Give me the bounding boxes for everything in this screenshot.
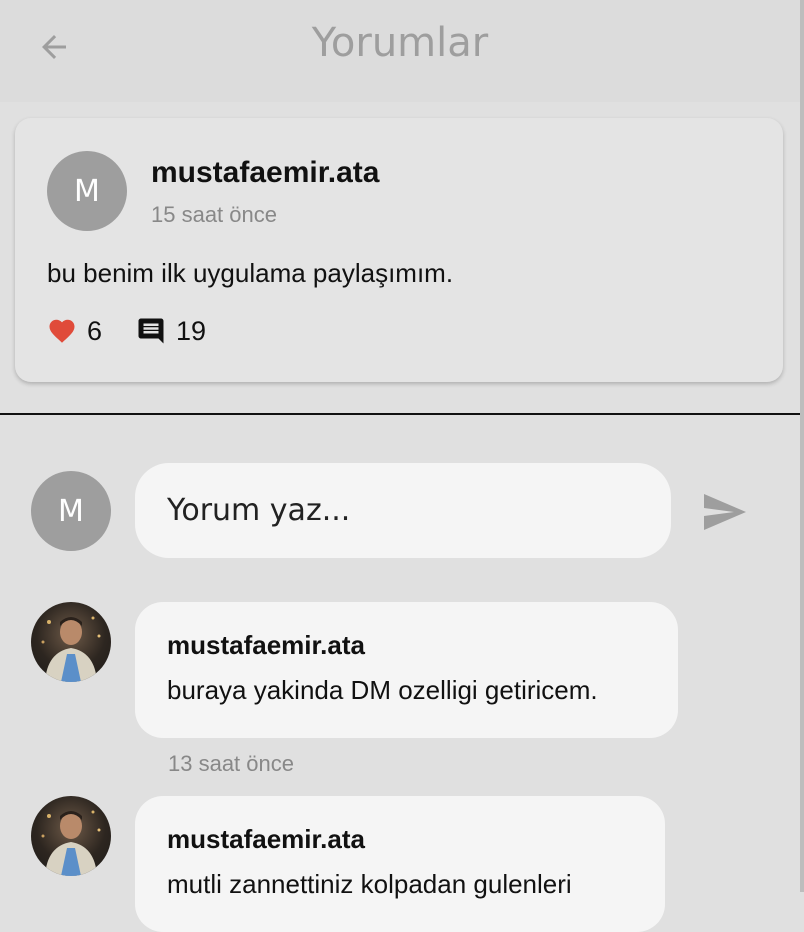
app-bar: Yorumlar [0,0,800,102]
send-icon [704,494,746,530]
divider [0,413,800,415]
like-count: 6 [87,315,103,346]
commenter-avatar[interactable] [31,796,111,876]
comment-text: mutli zannettiniz kolpadan gulenleri [167,869,572,899]
window-edge [800,0,804,892]
current-user-avatar: M [31,471,111,551]
post-timestamp: 15 saat önce [151,202,277,227]
comment-input[interactable] [135,463,671,558]
comment-bubble: mustafaemir.ata buraya yakinda DM ozelli… [135,602,678,738]
post-username[interactable]: mustafaemir.ata [151,156,379,190]
comments-button[interactable]: 19 [136,316,206,347]
post-text: bu benim ilk uygulama paylaşımım. [47,258,454,288]
post-stats: 6 19 [47,314,206,348]
post-avatar[interactable]: M [47,151,127,231]
comment-username[interactable]: mustafaemir.ata [167,630,646,661]
commenter-avatar[interactable] [31,602,111,682]
heart-icon [49,319,75,343]
comment-count: 19 [176,315,207,346]
post-card: M mustafaemir.ata 15 saat önce bu benim … [15,118,783,382]
send-button[interactable] [700,488,756,534]
comment-username[interactable]: mustafaemir.ata [167,824,633,855]
person-photo-icon [41,810,101,876]
comment-timestamp: 13 saat önce [168,751,294,776]
person-photo-icon [41,616,101,682]
comment-text: buraya yakinda DM ozelligi getiricem. [167,675,598,705]
comment-icon [138,318,164,344]
comment-bubble: mustafaemir.ata mutli zannettiniz kolpad… [135,796,665,932]
like-button[interactable]: 6 [47,316,102,347]
page-title: Yorumlar [311,20,489,66]
